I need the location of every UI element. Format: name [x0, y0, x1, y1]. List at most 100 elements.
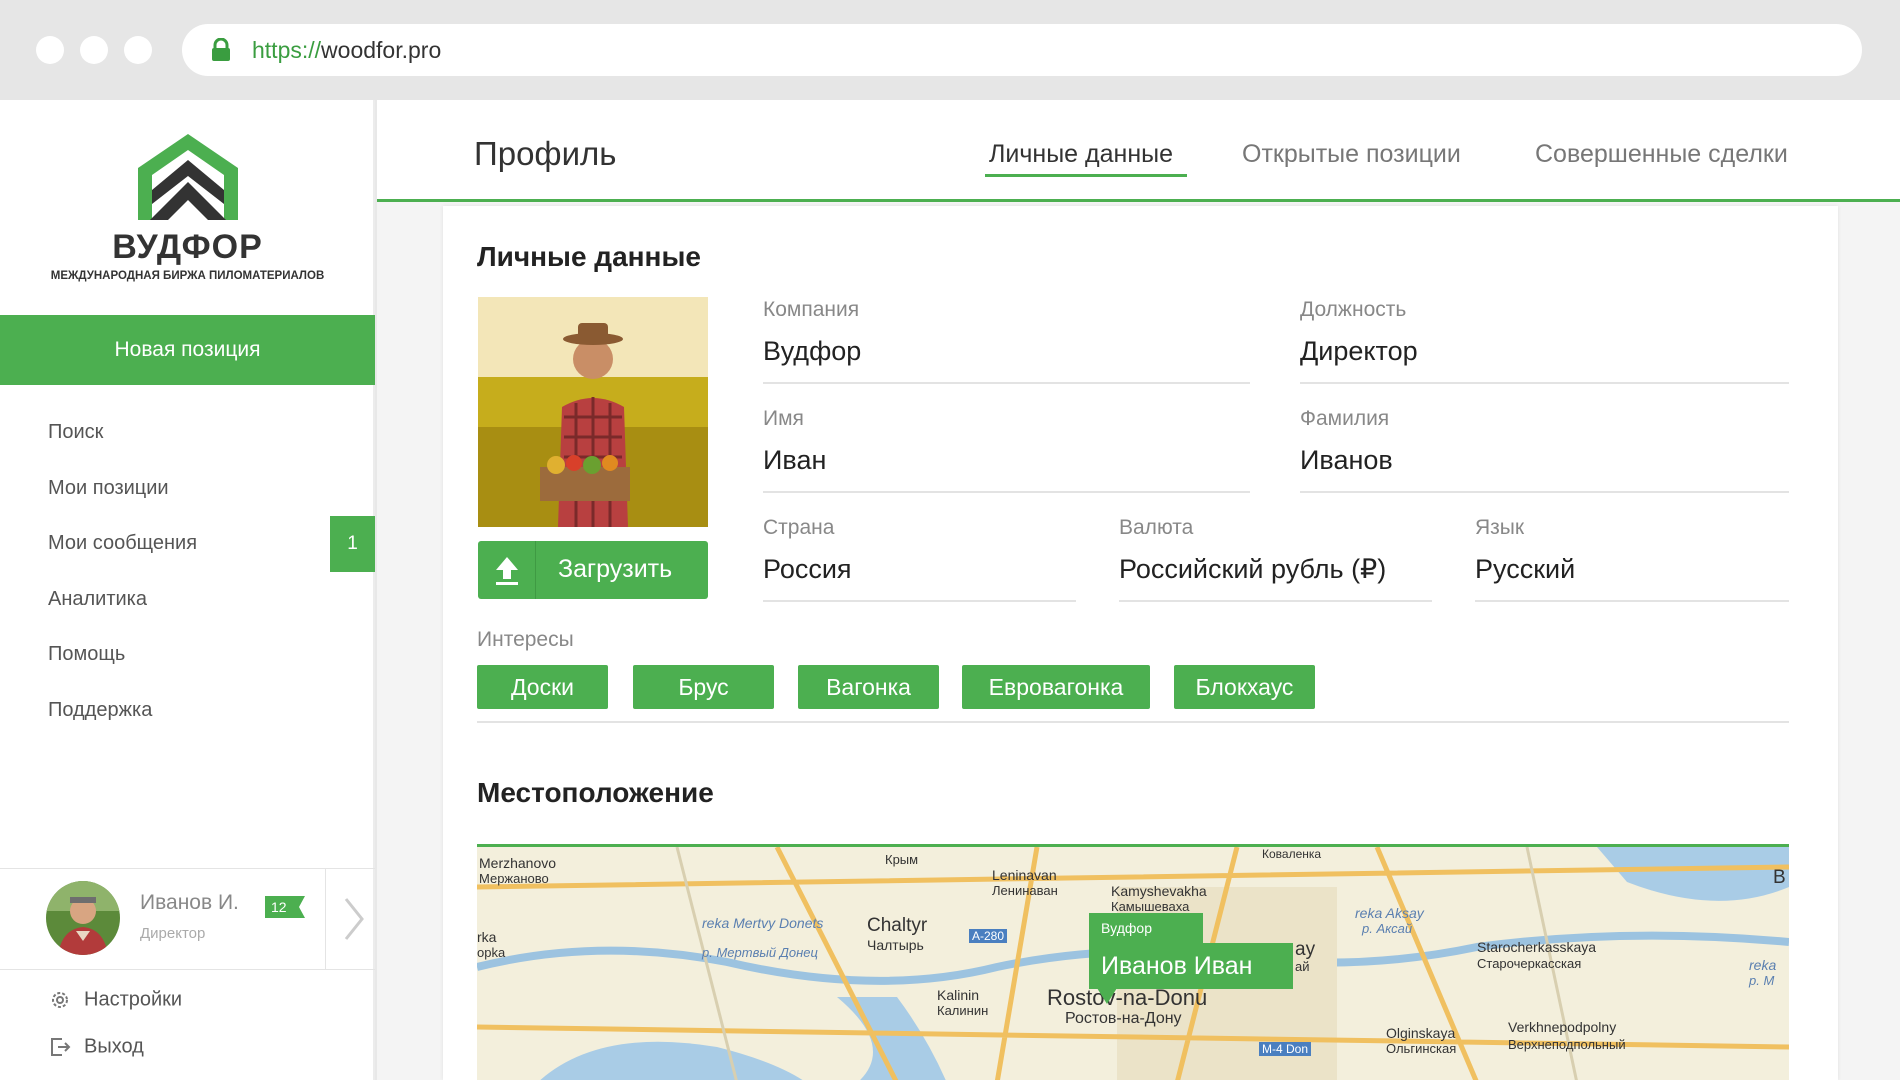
- sidebar-item-label: Аналитика: [48, 587, 147, 610]
- address-bar[interactable]: https://woodfor.pro: [182, 24, 1862, 76]
- field-underline: [763, 382, 1250, 384]
- map-label: Мержаново: [479, 871, 549, 886]
- upload-icon: [478, 541, 536, 599]
- currency-field[interactable]: Валюта Российский рубль (₽): [1119, 516, 1432, 602]
- user-card[interactable]: Иванов И. Директор 12: [0, 868, 375, 970]
- map-label: р. М: [1749, 973, 1775, 988]
- window-minimize-dot[interactable]: [80, 36, 108, 64]
- personal-data-title: Личные данные: [477, 241, 701, 272]
- page-header: Профиль Личные данные Открытые позиции С…: [377, 100, 1900, 202]
- brand-logo[interactable]: ВУДФОР МЕЖДУНАРОДНАЯ БИРЖА ПИЛОМАТЕРИАЛО…: [0, 130, 375, 290]
- map-label: Ольгинская: [1386, 1041, 1457, 1056]
- interest-chip[interactable]: Вагонка: [798, 665, 939, 709]
- map-marker-name[interactable]: Иванов Иван: [1089, 943, 1293, 989]
- map-label: Старочеркасская: [1477, 956, 1582, 971]
- company-value: Вудфор: [763, 336, 862, 366]
- sidebar-item-label: Помощь: [48, 643, 126, 665]
- lock-icon: [212, 38, 230, 61]
- new-position-button[interactable]: Новая позиция: [0, 315, 375, 385]
- interest-chip[interactable]: Брус: [633, 665, 774, 709]
- last-name-field[interactable]: Фамилия Иванов: [1300, 407, 1789, 493]
- notifications-badge[interactable]: 12: [265, 896, 305, 918]
- user-role: Директор: [140, 925, 206, 942]
- map-label: р. Мертвый Донец: [702, 945, 818, 960]
- language-value: Русский: [1475, 554, 1576, 584]
- window-close-dot[interactable]: [36, 36, 64, 64]
- sidebar-item-help[interactable]: Помощь: [0, 627, 375, 683]
- first-name-field[interactable]: Имя Иван: [763, 407, 1250, 493]
- position-field[interactable]: Должность Директор: [1300, 298, 1789, 384]
- interest-chip[interactable]: Евровагонка: [962, 665, 1150, 709]
- country-label: Страна: [763, 516, 835, 539]
- brand-tagline: МЕЖДУНАРОДНАЯ БИРЖА ПИЛОМАТЕРИАЛОВ: [50, 270, 325, 282]
- settings-link[interactable]: Настройки: [48, 988, 182, 1012]
- page-title: Профиль: [474, 135, 617, 172]
- road-sign: A-280: [969, 929, 1008, 943]
- country-field[interactable]: Страна Россия: [763, 516, 1076, 602]
- map-label: ай: [1295, 959, 1310, 974]
- user-name: Иванов И.: [140, 891, 239, 914]
- map-label: Merzhanovo: [479, 855, 557, 871]
- tab-completed-deals[interactable]: Совершенные сделки: [1535, 140, 1788, 169]
- map-label: opka: [477, 945, 506, 960]
- field-underline: [763, 491, 1250, 493]
- map-label: Чалтырь: [867, 937, 924, 953]
- last-name-value: Иванов: [1300, 445, 1393, 475]
- map-label: Верхнеподпольный: [1508, 1037, 1626, 1052]
- settings-label: Настройки: [84, 988, 183, 1011]
- road-sign: M-4 Don: [1259, 1042, 1312, 1056]
- upload-label: Загрузить: [558, 555, 673, 583]
- chevron-right-icon: [344, 898, 364, 940]
- currency-label: Валюта: [1119, 516, 1194, 539]
- map-label: Крым: [885, 852, 919, 867]
- location-title: Местоположение: [477, 777, 714, 808]
- sidebar-item-support[interactable]: Поддержка: [0, 683, 375, 739]
- sidebar-item-search[interactable]: Поиск: [0, 405, 375, 461]
- sidebar-item-my-messages[interactable]: Мои сообщения 1: [0, 516, 375, 572]
- map-label: Chaltyr: [867, 915, 928, 936]
- field-underline: [763, 600, 1076, 602]
- window-maximize-dot[interactable]: [124, 36, 152, 64]
- logout-link[interactable]: Выход: [48, 1035, 144, 1059]
- map-label: Калинин: [937, 1003, 989, 1018]
- interest-chip[interactable]: Блокхаус: [1174, 665, 1315, 709]
- sidebar-item-label: Поддержка: [48, 698, 153, 721]
- house-logo-icon: [138, 134, 238, 220]
- map-label: р. Аксай: [1362, 921, 1413, 936]
- sidebar-menu: Поиск Мои позиции Мои сообщения 1 Аналити…: [0, 405, 375, 738]
- field-underline: [1300, 382, 1789, 384]
- interests-label: Интересы: [477, 628, 574, 651]
- sidebar-item-label: Мои позиции: [48, 476, 169, 499]
- logout-label: Выход: [84, 1035, 144, 1058]
- gear-icon: [52, 992, 68, 1008]
- tab-open-positions[interactable]: Открытые позиции: [1242, 140, 1461, 169]
- first-name-label: Имя: [763, 407, 804, 430]
- map-label: Olginskaya: [1386, 1025, 1456, 1041]
- map-label: Leninavan: [992, 867, 1057, 883]
- map-label: Камышеваха: [1111, 899, 1190, 914]
- sidebar-item-analytics[interactable]: Аналитика: [0, 572, 375, 628]
- map-label: Starocherkasskaya: [1477, 939, 1597, 955]
- location-map[interactable]: Merzhanovo Мержаново Крым Leninavan Лени…: [477, 844, 1789, 1080]
- map-label: Коваленка: [1262, 847, 1322, 861]
- url-text: https://woodfor.pro: [252, 37, 442, 63]
- profile-card: Личные данные Загрузить Компания Вудфор …: [443, 206, 1838, 1080]
- map-label: B: [1773, 867, 1786, 888]
- field-underline: [1300, 491, 1789, 493]
- currency-value: Российский рубль (₽): [1119, 554, 1387, 584]
- upload-photo-button[interactable]: Загрузить: [478, 541, 708, 599]
- sidebar-item-label: Мои сообщения: [48, 532, 198, 554]
- interest-chip[interactable]: Доски: [477, 665, 608, 709]
- country-value: Россия: [763, 554, 852, 584]
- map-label: reka Mertvy Donets: [702, 915, 824, 931]
- language-label: Язык: [1475, 516, 1525, 539]
- sidebar-item-my-positions[interactable]: Мои позиции: [0, 461, 375, 517]
- user-expand-button[interactable]: [325, 869, 375, 969]
- language-field[interactable]: Язык Русский: [1475, 516, 1789, 602]
- company-label: Компания: [763, 298, 860, 321]
- tab-personal-data[interactable]: Личные данные: [989, 140, 1173, 169]
- sidebar-item-label: Поиск: [48, 421, 104, 443]
- company-field[interactable]: Компания Вудфор: [763, 298, 1250, 384]
- map-label: Ленинаван: [992, 883, 1058, 898]
- map-marker-pointer: [1097, 988, 1117, 1004]
